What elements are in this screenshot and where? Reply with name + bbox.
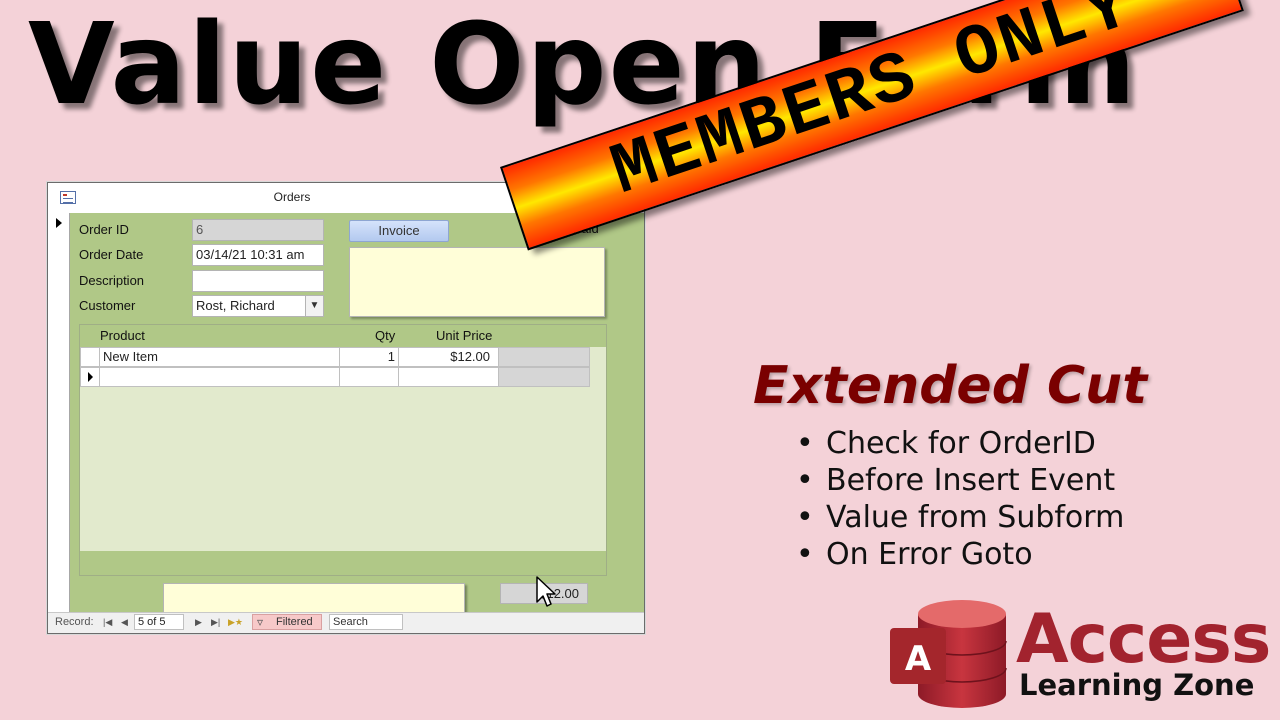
new-row-selector[interactable] [80,367,100,387]
unit-price-cell[interactable] [398,367,499,387]
list-item: Before Insert Event [796,462,1124,499]
invoice-button[interactable]: Invoice [349,220,449,242]
row-selector[interactable] [80,347,100,367]
current-row-icon [88,372,93,382]
column-header-unit-price: Unit Price [436,328,493,343]
mouse-cursor-icon [536,576,556,607]
notes-field[interactable] [349,247,605,317]
column-header-qty: Qty [375,328,396,343]
customer-combo[interactable]: Rost, Richard ▼ [192,295,324,317]
form-detail: Order ID 6 Order Date 03/14/21 10:31 am … [48,213,644,615]
subform-header: Product Qty Unit Price [80,325,606,347]
product-cell[interactable]: New Item [99,347,340,367]
filter-toggle[interactable]: ▿ Filtered [252,614,322,630]
column-header-product: Product [100,328,145,343]
funnel-icon: ▿ [257,615,264,629]
last-record-icon[interactable]: ▶| [211,617,220,628]
record-navigation-bar: Record: |◀ ◀ 5 of 5 ▶ ▶| ▶★ ▿ Filtered S… [48,612,644,633]
record-selector[interactable] [48,213,70,612]
record-position-input[interactable]: 5 of 5 [134,614,184,630]
qty-cell[interactable] [339,367,399,387]
table-row[interactable]: New Item 1 $12.00 [80,347,590,367]
qty-cell[interactable]: 1 [339,347,399,367]
logo-letter: A [905,639,932,679]
subform-footer [80,551,606,575]
extended-cut-list: Check for OrderID Before Insert Event Va… [796,425,1124,573]
product-cell[interactable] [99,367,340,387]
order-id-field[interactable]: 6 [192,219,324,241]
access-logo-icon: A [890,600,1007,708]
orders-window: Orders — ☐ ✕ Order ID 6 Order Date 03/14… [47,182,645,634]
record-label: Record: [55,616,94,628]
order-details-subform: Product Qty Unit Price New Item 1 $12.00 [79,324,607,576]
first-record-icon[interactable]: |◀ [103,617,112,628]
search-input[interactable]: Search [329,614,403,630]
filter-label: Filtered [276,616,313,628]
extended-price-cell [498,347,590,367]
previous-record-icon[interactable]: ◀ [121,617,128,628]
unit-price-cell[interactable]: $12.00 [398,347,499,367]
extended-cut-title: Extended Cut [753,356,1148,416]
logo-tagline: Learning Zone [1019,668,1255,702]
list-item: Check for OrderID [796,425,1124,462]
current-record-icon [56,218,62,228]
list-item: On Error Goto [796,536,1124,573]
footer-notes-field[interactable] [163,583,465,615]
description-field[interactable] [192,270,324,292]
description-label: Description [79,273,145,288]
order-date-field[interactable]: 03/14/21 10:31 am [192,244,324,266]
customer-label: Customer [79,298,136,313]
order-id-label: Order ID [79,222,129,237]
next-record-icon[interactable]: ▶ [195,617,202,628]
order-date-label: Order Date [79,247,144,262]
new-record-icon[interactable]: ▶★ [228,617,243,628]
new-record-row[interactable] [80,367,590,387]
customer-value: Rost, Richard [196,298,275,313]
window-title: Orders [273,190,311,204]
extended-price-cell [498,367,590,387]
chevron-down-icon[interactable]: ▼ [305,296,323,316]
list-item: Value from Subform [796,499,1124,536]
